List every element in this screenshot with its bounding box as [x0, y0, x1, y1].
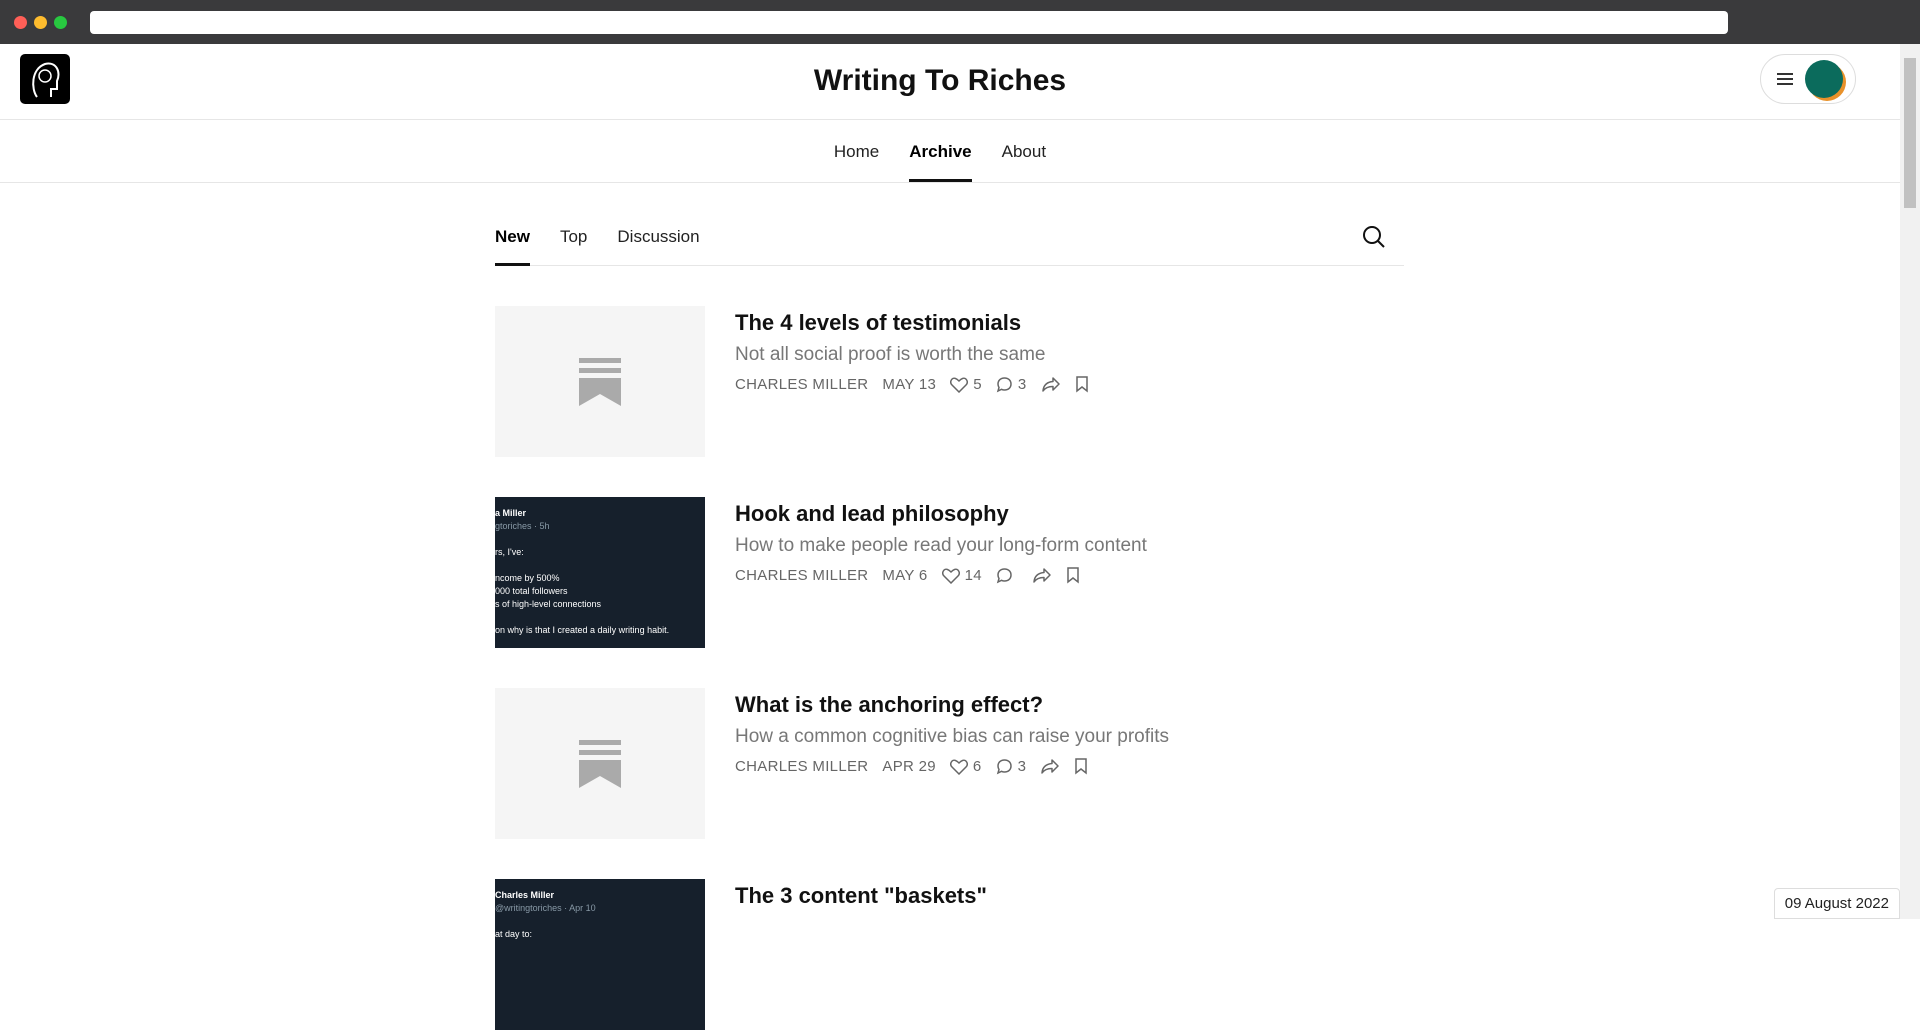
thumbnail-text: on why is that I created a daily writing…	[495, 625, 670, 635]
post-thumbnail[interactable]	[495, 688, 705, 839]
post-info: The 3 content "baskets"	[735, 879, 987, 1030]
comment-count: 3	[1017, 758, 1027, 775]
post-thumbnail[interactable]	[495, 306, 705, 457]
archive-tabs: New Top Discussion	[495, 219, 1404, 266]
post-meta: CHARLES MILLER APR 29 6 3	[735, 758, 1169, 775]
main-nav: Home Archive About	[0, 120, 1920, 183]
post-thumbnail[interactable]: Charles Miller @writingtoriches · Apr 10 a…	[495, 879, 705, 1030]
like-button[interactable]: 5	[950, 376, 982, 393]
post-title[interactable]: The 3 content "baskets"	[735, 883, 987, 909]
nav-home[interactable]: Home	[834, 120, 879, 182]
post-date: MAY 13	[882, 376, 937, 393]
share-icon	[1041, 377, 1060, 392]
thumbnail-text: @writingtoriches · Apr 10	[495, 903, 596, 913]
like-count: 5	[973, 376, 982, 393]
nav-about[interactable]: About	[1002, 120, 1046, 182]
post-thumbnail[interactable]: a Miller gtoriches · 5h rs, I've: ncome by …	[495, 497, 705, 648]
comment-count: 3	[1017, 376, 1027, 393]
post-item[interactable]: What is the anchoring effect? How a commo…	[495, 688, 1404, 839]
comment-icon	[996, 377, 1012, 393]
bookmark-icon	[1067, 567, 1079, 584]
maximize-window-button[interactable]	[54, 16, 67, 29]
nav-archive[interactable]: Archive	[909, 120, 973, 182]
tab-new[interactable]: New	[495, 219, 530, 266]
share-button[interactable]	[1041, 376, 1061, 393]
site-title[interactable]: Writing To Riches	[0, 64, 1880, 98]
post-date: MAY 6	[882, 567, 928, 584]
like-button[interactable]: 6	[949, 758, 982, 775]
bookmark-button[interactable]	[1074, 758, 1088, 775]
post-author[interactable]: CHARLES MILLER	[735, 376, 868, 393]
post-meta: CHARLES MILLER MAY 13 5 3	[735, 376, 1089, 393]
user-menu-button[interactable]	[1760, 54, 1856, 104]
placeholder-logo-icon	[579, 357, 621, 406]
tab-top[interactable]: Top	[560, 219, 587, 266]
share-button[interactable]	[1032, 567, 1052, 584]
post-author[interactable]: CHARLES MILLER	[735, 758, 868, 775]
comment-button[interactable]	[996, 567, 1018, 584]
browser-chrome	[0, 0, 1920, 44]
like-count: 6	[972, 758, 982, 775]
scrollbar-thumb[interactable]	[1904, 58, 1916, 208]
share-icon	[1033, 568, 1051, 583]
thumbnail-text: at day to:	[495, 929, 533, 939]
heart-icon	[941, 567, 960, 584]
like-count: 14	[964, 567, 982, 584]
post-item[interactable]: The 4 levels of testimonials Not all soci…	[495, 306, 1404, 457]
post-subtitle[interactable]: Not all social proof is worth the same	[735, 344, 1089, 366]
minimize-window-button[interactable]	[34, 16, 47, 29]
bookmark-button[interactable]	[1075, 376, 1089, 393]
post-subtitle[interactable]: How a common cognitive bias can raise yo…	[735, 726, 1169, 748]
placeholder-logo-icon	[579, 739, 621, 788]
thumbnail-text: ncome by 500%	[495, 573, 560, 583]
post-title[interactable]: What is the anchoring effect?	[735, 692, 1169, 718]
thumbnail-text: rs, I've:	[495, 547, 524, 557]
thumbnail-text: 000 total followers	[495, 586, 568, 596]
search-icon[interactable]	[1362, 225, 1386, 249]
thumbnail-text: gtoriches · 5h	[495, 521, 550, 531]
bookmark-button[interactable]	[1066, 567, 1080, 584]
post-subtitle[interactable]: How to make people read your long-form c…	[735, 535, 1147, 557]
comment-button[interactable]: 3	[996, 376, 1027, 393]
bookmark-icon	[1075, 758, 1087, 775]
like-button[interactable]: 14	[941, 567, 982, 584]
date-badge: 09 August 2022	[1773, 888, 1900, 919]
close-window-button[interactable]	[14, 16, 27, 29]
address-bar[interactable]	[90, 11, 1728, 34]
thumbnail-text: Charles Miller	[495, 890, 555, 900]
post-title[interactable]: The 4 levels of testimonials	[735, 310, 1089, 336]
thumbnail-text: a Miller	[495, 508, 527, 518]
comment-icon	[996, 759, 1012, 775]
post-item[interactable]: Charles Miller @writingtoriches · Apr 10 a…	[495, 879, 1404, 1030]
post-info: The 4 levels of testimonials Not all soci…	[735, 306, 1089, 457]
comment-button[interactable]: 3	[996, 758, 1027, 775]
post-meta: CHARLES MILLER MAY 6 14	[735, 567, 1147, 584]
bookmark-icon	[1075, 376, 1088, 393]
site-header: Writing To Riches	[0, 44, 1920, 120]
share-button[interactable]	[1040, 758, 1060, 775]
heart-icon	[949, 758, 968, 775]
post-title[interactable]: Hook and lead philosophy	[735, 501, 1147, 527]
post-info: Hook and lead philosophy How to make peop…	[735, 497, 1147, 648]
post-info: What is the anchoring effect? How a commo…	[735, 688, 1169, 839]
avatar	[1805, 60, 1843, 98]
scrollbar[interactable]	[1900, 44, 1920, 919]
tab-discussion[interactable]: Discussion	[617, 219, 699, 266]
comment-icon	[996, 568, 1012, 584]
hamburger-icon	[1777, 73, 1793, 85]
post-author[interactable]: CHARLES MILLER	[735, 567, 868, 584]
post-item[interactable]: a Miller gtoriches · 5h rs, I've: ncome by …	[495, 497, 1404, 648]
share-icon	[1041, 759, 1059, 774]
thumbnail-text: s of high-level connections	[495, 599, 602, 609]
heart-icon	[950, 376, 969, 393]
archive-content: New Top Discussion The 4 levels of testi…	[495, 183, 1404, 1030]
post-date: APR 29	[882, 758, 936, 775]
